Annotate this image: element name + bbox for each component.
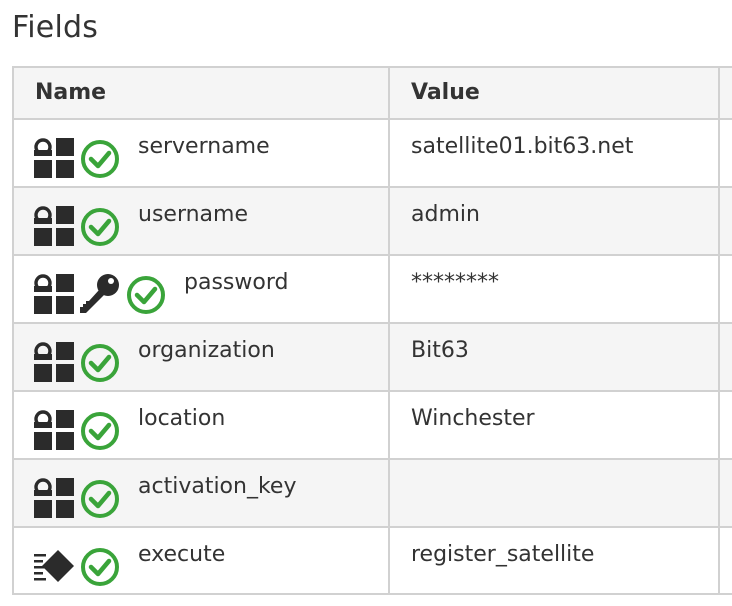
table-row[interactable]: username admin [14, 188, 732, 256]
value-cell: ******** [390, 256, 720, 322]
value-cell: register_satellite [390, 528, 720, 595]
extra-cell [720, 256, 732, 322]
value-cell: Bit63 [390, 324, 720, 390]
table-row[interactable]: location Winchester [14, 392, 732, 460]
name-cell: password [14, 256, 390, 322]
extra-cell [720, 460, 732, 526]
field-value: register_satellite [411, 542, 595, 567]
parameter-icon [34, 478, 74, 518]
table-row[interactable]: execute register_satellite [14, 528, 732, 595]
name-cell: username [14, 188, 390, 254]
parameter-icon [34, 342, 74, 382]
extra-cell [720, 188, 732, 254]
table-header: Name Value [14, 68, 732, 120]
table-row[interactable]: activation_key [14, 460, 732, 528]
extra-cell [720, 324, 732, 390]
table-row[interactable]: password ******** [14, 256, 732, 324]
parameter-icon [34, 206, 74, 246]
page-title: Fields [12, 10, 99, 45]
field-name: servername [138, 134, 270, 159]
parameter-icon [34, 274, 74, 314]
key-icon [80, 274, 119, 313]
parameter-icon [34, 410, 74, 450]
extra-cell [720, 528, 732, 595]
table-row[interactable]: organization Bit63 [14, 324, 732, 392]
field-name: organization [138, 338, 275, 363]
field-name: execute [138, 542, 226, 567]
value-cell: satellite01.bit63.net [390, 120, 720, 186]
check-circle-icon [81, 140, 119, 178]
field-value: satellite01.bit63.net [411, 134, 634, 159]
column-header-name-label: Name [35, 80, 107, 105]
name-cell: servername [14, 120, 390, 186]
name-cell: organization [14, 324, 390, 390]
parameter-icon [34, 138, 74, 178]
execute-icon [34, 550, 74, 582]
check-circle-icon [81, 344, 119, 382]
fields-table: Name Value servername satellite01.bit63.… [12, 66, 732, 595]
name-cell: location [14, 392, 390, 458]
table-row[interactable]: servername satellite01.bit63.net [14, 120, 732, 188]
value-cell [390, 460, 720, 526]
name-cell: execute [14, 528, 390, 595]
extra-cell [720, 392, 732, 458]
value-cell: Winchester [390, 392, 720, 458]
extra-cell [720, 120, 732, 186]
check-circle-icon [81, 548, 119, 586]
field-name: username [138, 202, 248, 227]
check-circle-icon [81, 208, 119, 246]
check-circle-icon [81, 412, 119, 450]
field-value: Bit63 [411, 338, 469, 363]
field-value: admin [411, 202, 480, 227]
field-name: password [184, 270, 289, 295]
column-header-name[interactable]: Name [14, 68, 390, 118]
field-name: location [138, 406, 226, 431]
value-cell: admin [390, 188, 720, 254]
field-value: ******** [411, 270, 499, 295]
check-circle-icon [127, 276, 165, 314]
column-header-extra [720, 68, 732, 118]
field-value: Winchester [411, 406, 535, 431]
column-header-value-label: Value [411, 80, 480, 105]
field-name: activation_key [138, 474, 297, 499]
name-cell: activation_key [14, 460, 390, 526]
column-header-value[interactable]: Value [390, 68, 720, 118]
check-circle-icon [81, 480, 119, 518]
